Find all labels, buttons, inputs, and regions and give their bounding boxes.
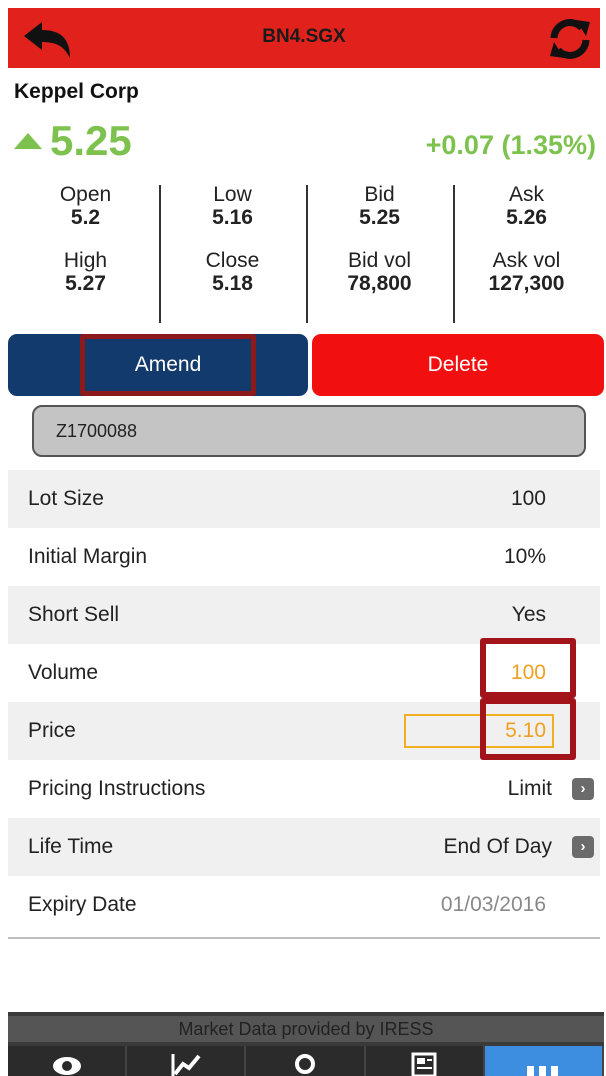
volume-highlight [480, 638, 576, 698]
delete-button-label: Delete [427, 353, 489, 376]
stat-value: 127,300 [488, 272, 565, 295]
stat-value: 78,800 [347, 272, 412, 295]
stat-column-low-close: Low 5.16 Close 5.18 [159, 183, 306, 323]
stat-label: Close [205, 249, 260, 272]
quote-stats: Open 5.2 High 5.27 Low 5.16 Close 5.18 B… [12, 183, 600, 323]
stat-column-ask: Ask 5.26 Ask vol 127,300 [453, 183, 600, 323]
chevron-right-icon[interactable]: › [572, 836, 594, 858]
tab-search[interactable] [246, 1046, 366, 1076]
row-price: Price 5.10 [8, 698, 600, 760]
stat-column-bid: Bid 5.25 Bid vol 78,800 [306, 183, 453, 323]
delete-button[interactable]: Delete [312, 334, 604, 396]
tab-watchlist[interactable] [8, 1046, 128, 1076]
row-initial-margin: Initial Margin 10% [8, 528, 600, 586]
quote-panel: Keppel Corp 5.25 +0.07 (1.35%) Open 5.2 … [8, 68, 600, 330]
top-bar: BN4.SGX [8, 8, 600, 68]
row-volume: Volume 100 [8, 638, 600, 702]
amend-button[interactable]: Amend [8, 334, 308, 396]
news-icon [411, 1052, 437, 1076]
last-price-row: 5.25 [14, 116, 132, 166]
stat-label: Ask vol [492, 249, 561, 272]
price-up-icon [14, 133, 42, 149]
search-icon [295, 1054, 315, 1074]
data-credit: Market Data provided by IRESS [8, 1016, 604, 1042]
row-label: Expiry Date [28, 893, 137, 916]
tab-chart[interactable] [127, 1046, 247, 1076]
chevron-right-icon[interactable]: › [572, 778, 594, 800]
last-price: 5.25 [50, 117, 132, 164]
page-title: BN4.SGX [262, 26, 346, 47]
row-value: 10% [503, 545, 546, 568]
account-value: Z1700088 [56, 420, 138, 441]
price-change: +0.07 (1.35%) [425, 130, 596, 160]
row-label: Volume [28, 661, 99, 684]
stat-label: Bid [364, 183, 395, 206]
divider [8, 937, 600, 939]
row-label: Lot Size [28, 487, 104, 510]
watchlist-icon [52, 1057, 81, 1075]
chart-icon [171, 1054, 201, 1076]
stat-value: 5.18 [212, 272, 253, 295]
row-lot-size: Lot Size 100 [8, 470, 600, 528]
company-name: Keppel Corp [14, 80, 139, 103]
row-label: Initial Margin [28, 545, 148, 568]
row-expiry-date: Expiry Date 01/03/2016 [8, 876, 600, 934]
stat-value: 5.27 [65, 272, 106, 295]
more-icon [527, 1066, 559, 1076]
account-field[interactable]: Z1700088 [32, 405, 586, 457]
stat-value: 5.25 [359, 206, 400, 229]
stat-value: 5.2 [70, 206, 101, 229]
bottom-bar: Market Data provided by IRESS [8, 1012, 605, 1076]
row-label: Life Time [28, 835, 114, 858]
refresh-icon[interactable] [546, 16, 594, 62]
stat-label: Open [59, 183, 112, 206]
row-short-sell: Short Sell Yes [8, 586, 600, 644]
tab-bar [8, 1046, 605, 1076]
row-label: Short Sell [28, 603, 120, 626]
order-fields: Lot Size 100 Initial Margin 10% Short Se… [8, 470, 600, 934]
stat-label: High [63, 249, 108, 272]
row-pricing-instructions[interactable]: Pricing Instructions Limit › [8, 760, 600, 818]
row-life-time[interactable]: Life Time End Of Day › [8, 818, 600, 876]
stat-column-open-high: Open 5.2 High 5.27 [12, 183, 159, 323]
price-highlight [480, 698, 576, 760]
stat-value: 5.16 [212, 206, 253, 229]
row-value: 01/03/2016 [440, 893, 546, 916]
row-label: Pricing Instructions [28, 777, 206, 800]
tab-more[interactable] [484, 1046, 605, 1076]
amend-highlight: Amend [80, 334, 256, 396]
stat-label: Bid vol [347, 249, 412, 272]
stat-label: Ask [508, 183, 544, 206]
row-value: End Of Day [443, 835, 552, 858]
amend-button-label: Amend [134, 353, 202, 376]
stat-label: Low [213, 183, 252, 206]
stat-value: 5.26 [506, 206, 547, 229]
tab-news[interactable] [365, 1046, 485, 1076]
row-value: Yes [511, 603, 546, 626]
row-value: 100 [510, 487, 546, 510]
row-value: Limit [507, 777, 552, 800]
